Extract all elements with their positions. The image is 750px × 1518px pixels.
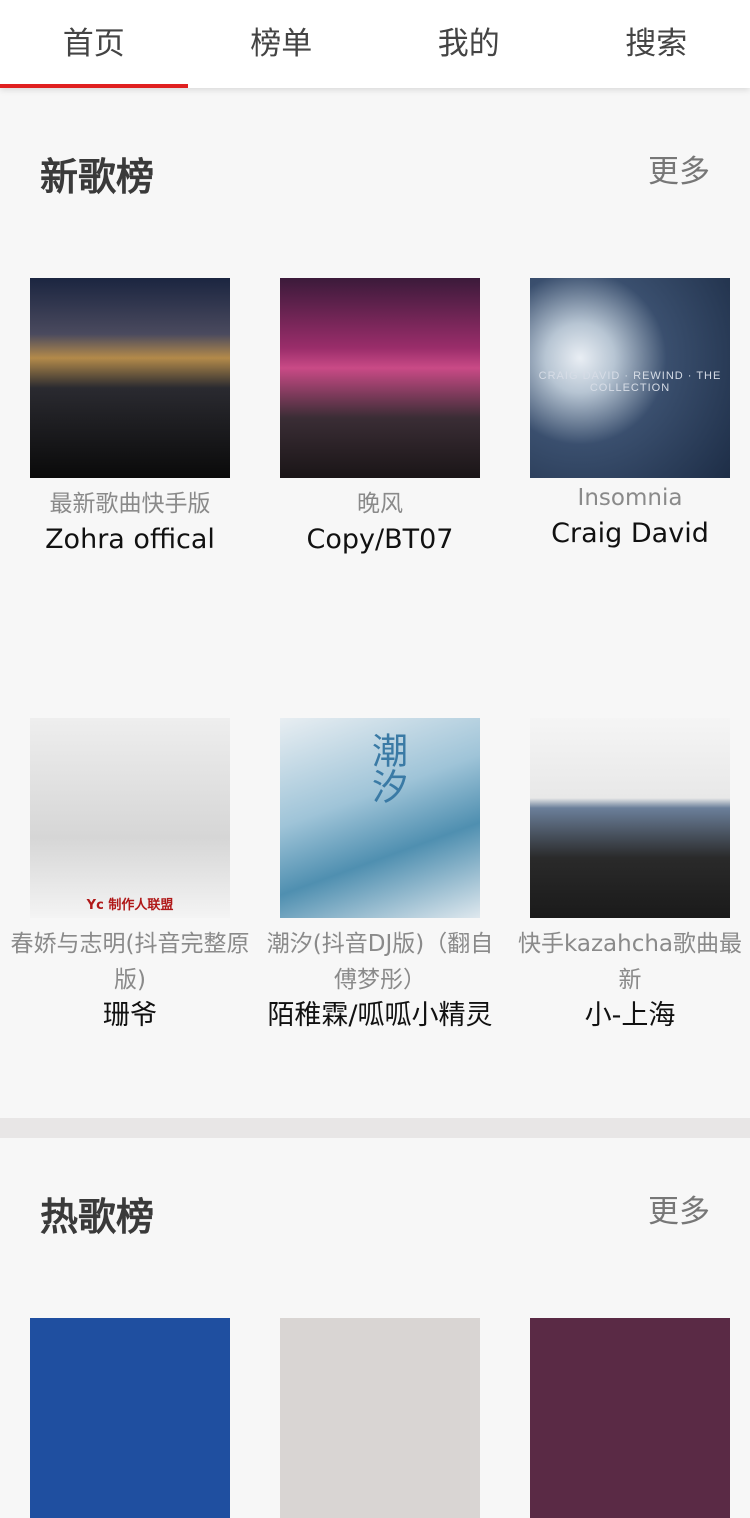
new-songs-more-link[interactable]: 更多: [648, 146, 710, 191]
new-songs-section: 新歌榜 更多 最新歌曲快手版 Zohra offical 晚风 Copy/BT0…: [0, 98, 750, 1118]
album-cover: [530, 1318, 730, 1518]
hot-songs-title: 热歌榜: [40, 1186, 154, 1241]
song-card[interactable]: Yc 制作人联盟 春娇与志明(抖音完整原版) 珊爷: [5, 718, 255, 1034]
album-cover-text: 潮汐: [360, 732, 412, 804]
song-title: 潮汐(抖音DJ版)（翻自傅梦彤）: [255, 926, 505, 998]
song-artist: Craig David: [505, 516, 750, 552]
song-card[interactable]: [505, 1318, 750, 1518]
song-artist: Copy/BT07: [255, 522, 505, 558]
section-divider: [0, 1118, 750, 1138]
hot-songs-more-link[interactable]: 更多: [648, 1186, 710, 1231]
song-artist: 陌稚霖/呱呱小精灵: [255, 998, 505, 1034]
album-cover-text: Yc 制作人联盟: [30, 896, 230, 916]
song-title: 快手kazahcha歌曲最新: [505, 926, 750, 998]
song-title: 晚风: [255, 486, 505, 522]
song-artist: 珊爷: [5, 998, 255, 1034]
tab-mine[interactable]: 我的: [375, 0, 563, 88]
new-songs-title: 新歌榜: [40, 146, 154, 201]
top-tab-bar: 首页 榜单 我的 搜索: [0, 0, 750, 88]
album-cover: [30, 1318, 230, 1518]
song-artist: 小-上海: [505, 998, 750, 1034]
album-cover: [30, 278, 230, 478]
song-title: 春娇与志明(抖音完整原版): [5, 926, 255, 998]
album-cover: [280, 278, 480, 478]
tab-search[interactable]: 搜索: [563, 0, 750, 88]
song-card[interactable]: [5, 1318, 255, 1518]
song-title: 最新歌曲快手版: [5, 486, 255, 522]
album-cover: Yc 制作人联盟: [30, 718, 230, 918]
song-card[interactable]: 快手kazahcha歌曲最新 小-上海: [505, 718, 750, 1034]
song-card[interactable]: [255, 1318, 505, 1518]
album-cover: [280, 1318, 480, 1518]
song-card[interactable]: CRAIG DAVID · REWIND · THE COLLECTION In…: [505, 278, 750, 552]
song-card[interactable]: 潮汐 潮汐(抖音DJ版)（翻自傅梦彤） 陌稚霖/呱呱小精灵: [255, 718, 505, 1034]
tab-charts[interactable]: 榜单: [188, 0, 376, 88]
song-card[interactable]: 最新歌曲快手版 Zohra offical: [5, 278, 255, 558]
album-cover: 潮汐: [280, 718, 480, 918]
song-artist: Zohra offical: [5, 522, 255, 558]
song-title: Insomnia: [505, 480, 750, 516]
album-cover: [530, 718, 730, 918]
album-cover: CRAIG DAVID · REWIND · THE COLLECTION: [530, 278, 730, 478]
tab-home[interactable]: 首页: [0, 0, 188, 88]
hot-songs-section: 热歌榜 更多: [0, 1138, 750, 1334]
song-card[interactable]: 晚风 Copy/BT07: [255, 278, 505, 558]
album-cover-text: CRAIG DAVID · REWIND · THE COLLECTION: [530, 370, 730, 394]
